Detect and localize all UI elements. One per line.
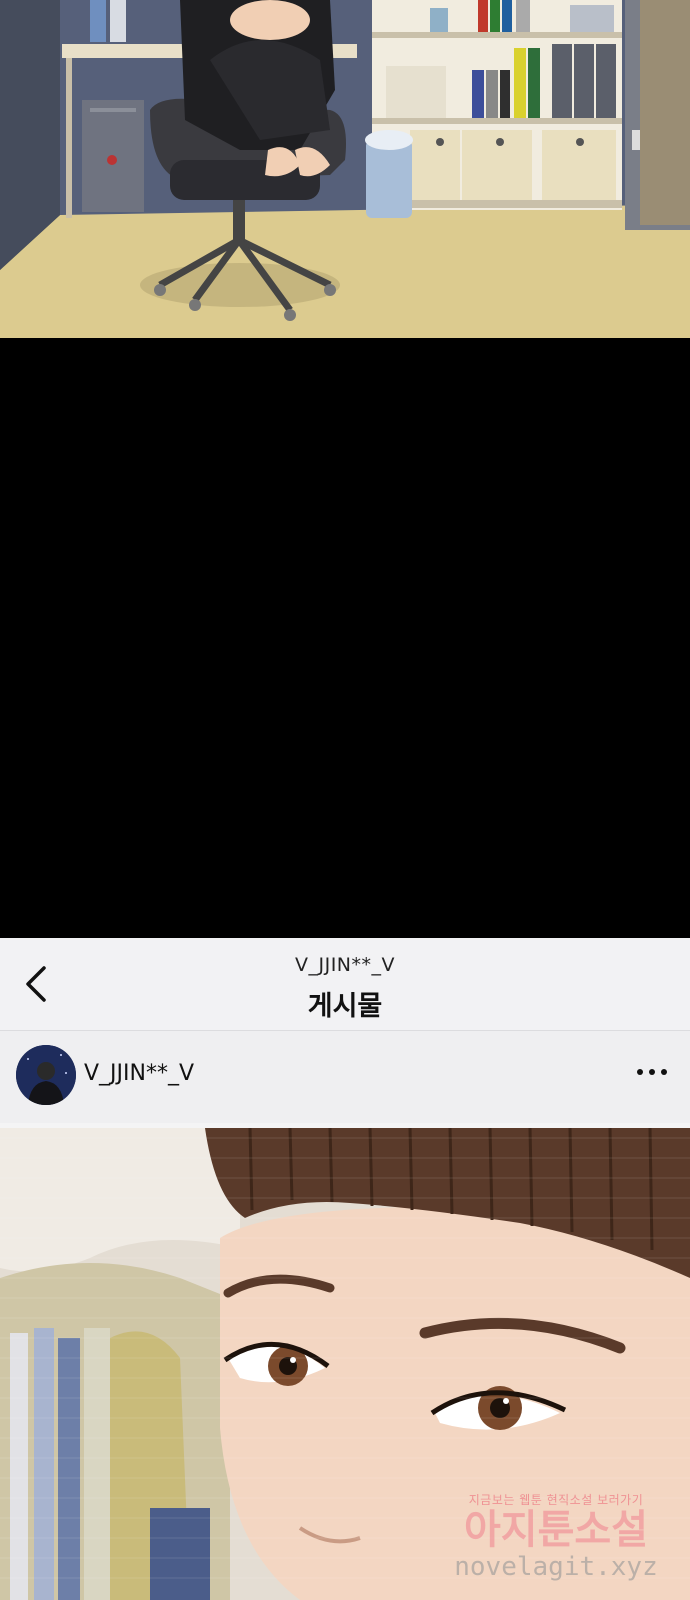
- post-header: V_JJIN**_V: [0, 1031, 690, 1123]
- more-options-button[interactable]: [636, 1061, 668, 1083]
- more-horizontal-icon: [637, 1069, 667, 1075]
- avatar[interactable]: [16, 1045, 76, 1105]
- page-title: 게시물: [307, 991, 383, 1022]
- navigation-bar: V_JJIN**_V 게시물: [0, 938, 690, 1031]
- post-image[interactable]: 지금보는 웹툰 현직소설 보러가기 아지툰소설 novelagit.xyz: [0, 1128, 690, 1600]
- black-transition-panel: [0, 338, 690, 938]
- watermark-url: novelagit.xyz: [454, 1552, 658, 1582]
- social-post-screen: V_JJIN**_V 게시물 V_JJIN**_V 지금보는 웹툰 현직소설 보…: [0, 938, 690, 1600]
- room-illustration: [0, 0, 690, 338]
- watermark-tagline: 지금보는 웹툰 현직소설 보러가기: [468, 1493, 644, 1507]
- site-watermark: 지금보는 웹툰 현직소설 보러가기 아지툰소설 novelagit.xyz: [446, 1491, 666, 1582]
- room-scene-panel: [0, 0, 690, 338]
- watermark-brand: 아지툰소설: [464, 1507, 648, 1553]
- post-username[interactable]: V_JJIN**_V: [84, 1061, 194, 1086]
- profile-picture: [16, 1045, 76, 1105]
- account-handle: V_JJIN**_V: [294, 954, 396, 976]
